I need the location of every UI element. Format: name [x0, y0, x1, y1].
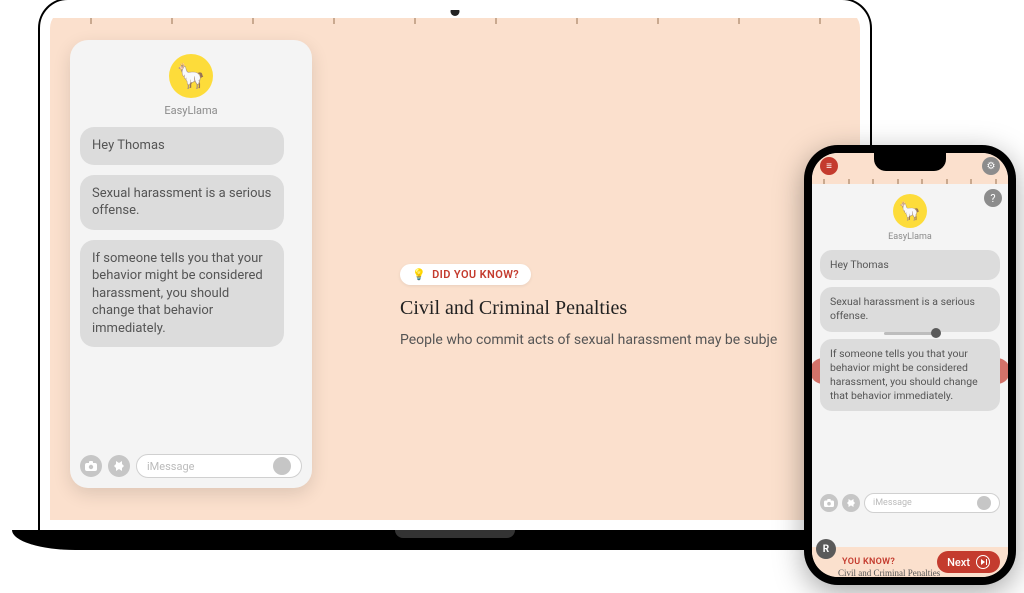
help-button[interactable]: ?	[984, 189, 1002, 207]
apps-icon[interactable]	[842, 494, 860, 512]
mic-icon[interactable]	[977, 496, 991, 510]
chat-bubble: If someone tells you that your behavior …	[80, 240, 284, 348]
gear-icon: ⚙	[987, 161, 996, 172]
llama-icon: 🦙	[899, 201, 921, 222]
lesson-body: People who commit acts of sexual harassm…	[400, 330, 850, 351]
avatar-name: EasyLlama	[820, 232, 1000, 242]
phone-notch-icon	[874, 153, 946, 171]
lesson-title: Civil and Criminal Penalties	[400, 297, 850, 320]
next-label: Next	[947, 556, 970, 569]
laptop-hinge-notch	[395, 530, 515, 538]
lesson-screen-mobile: ≡ ⚙ ? 🦙 EasyLlama Hey Thomas Sexual hara…	[812, 153, 1008, 577]
llama-icon: 🦙	[176, 62, 206, 90]
chat-bubble: If someone tells you that your behavior …	[820, 339, 1000, 412]
hamburger-icon: ≡	[826, 161, 832, 172]
chat-card: 🦙 EasyLlama Hey Thomas Sexual harassment…	[70, 40, 312, 488]
lesson-content: 💡 DID YOU KNOW? Civil and Criminal Penal…	[400, 263, 850, 351]
laptop-base	[12, 530, 898, 550]
camera-dot-icon	[451, 7, 460, 16]
phone-device: ≡ ⚙ ? 🦙 EasyLlama Hey Thomas Sexual hara…	[804, 145, 1016, 585]
play-next-icon	[976, 555, 990, 569]
chat-input-row: iMessage	[820, 493, 1000, 513]
chat-bubble: Sexual harassment is a serious offense.	[80, 175, 284, 230]
settings-button[interactable]: ⚙	[982, 157, 1000, 175]
mobile-chat-area: 🦙 EasyLlama Hey Thomas Sexual harassment…	[812, 184, 1008, 547]
slider-thumb[interactable]	[931, 328, 941, 338]
footer-lesson-title: Civil and Criminal Penalties	[838, 568, 940, 577]
bulb-icon: 💡	[412, 268, 426, 281]
message-placeholder: iMessage	[147, 460, 194, 473]
avatar: 🦙	[169, 54, 213, 98]
did-you-know-pill: 💡 DID YOU KNOW?	[400, 264, 531, 285]
chat-input-row: iMessage	[80, 448, 302, 478]
question-icon: ?	[990, 192, 995, 205]
message-input[interactable]: iMessage	[136, 454, 302, 478]
lesson-screen-desktop: 🦙 EasyLlama Hey Thomas Sexual harassment…	[50, 18, 860, 520]
laptop-device: 🦙 EasyLlama Hey Thomas Sexual harassment…	[40, 0, 870, 550]
menu-button[interactable]: ≡	[820, 157, 838, 175]
restart-icon: R	[823, 544, 829, 555]
next-button[interactable]: Next	[937, 551, 1000, 573]
chat-bubble: Sexual harassment is a serious offense.	[820, 287, 1000, 331]
chat-bubble: Hey Thomas	[820, 250, 1000, 280]
apps-icon[interactable]	[108, 455, 130, 477]
message-input[interactable]: iMessage	[864, 493, 1000, 513]
restart-button[interactable]: R	[816, 539, 836, 559]
chat-bubble: Hey Thomas	[80, 127, 284, 165]
avatar-name: EasyLlama	[80, 104, 302, 117]
progress-ticks	[50, 18, 860, 24]
mic-icon[interactable]	[273, 457, 291, 475]
mobile-footer: R YOU KNOW? Civil and Criminal Penalties…	[812, 547, 1008, 577]
avatar: 🦙	[893, 194, 927, 228]
camera-icon[interactable]	[80, 455, 102, 477]
pill-label: DID YOU KNOW?	[432, 268, 519, 281]
scrubber-slider[interactable]	[884, 332, 936, 335]
chat-header: 🦙 EasyLlama	[80, 54, 302, 117]
footer-pill-label: YOU KNOW?	[842, 557, 895, 567]
camera-icon[interactable]	[820, 494, 838, 512]
chat-messages: Hey Thomas Sexual harassment is a seriou…	[80, 127, 302, 448]
laptop-bezel: 🦙 EasyLlama Hey Thomas Sexual harassment…	[40, 0, 870, 530]
message-placeholder: iMessage	[873, 498, 912, 508]
chat-header: 🦙 EasyLlama	[820, 194, 1000, 242]
